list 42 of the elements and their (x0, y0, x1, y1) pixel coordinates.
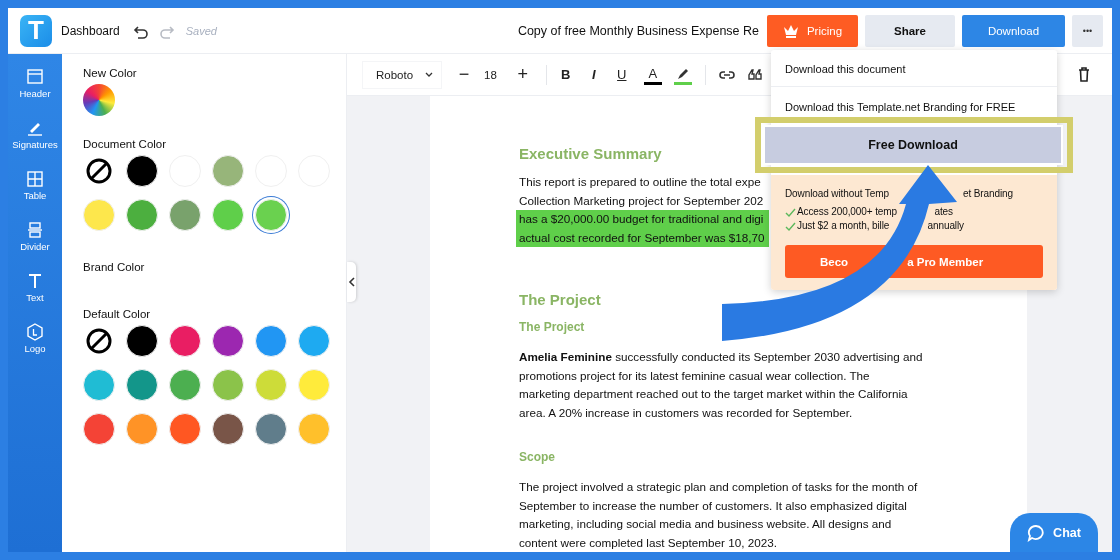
free-download-button[interactable]: Free Download (763, 125, 1063, 165)
sidebar-item[interactable]: Table (8, 168, 62, 212)
paragraph: The project involved a strategic plan and completion of tasks for the month of September to increase the number of customers. It also emphasized digital marketing, including social media and business website. All designs and content were completed last September 10, 2023. (519, 479, 918, 551)
section-heading: Executive Summary (519, 145, 662, 162)
sidebar-item[interactable]: Text (8, 270, 62, 314)
menu-item[interactable]: Download this document (771, 50, 1057, 86)
chat-button[interactable]: Chat (1010, 513, 1098, 552)
sidebar-item[interactable]: Signatures (8, 117, 62, 161)
section-heading: The Project (519, 291, 601, 308)
paragraph: Amelia Feminine successfully conducted its September 2030 advertising and promotions project for its latest feminine casual wear collection. The marketing department reached out to the target market within the California area. A 20% increase in customers was recorded for September. (519, 349, 923, 421)
offer-title: Download without Temp (785, 187, 889, 201)
menu-item[interactable]: Download this Template.net Branding for FREE (771, 87, 1057, 113)
italic-button[interactable]: I (581, 63, 606, 86)
section-title: Brand Color (83, 261, 146, 273)
decrease-size-button[interactable]: − (452, 63, 476, 86)
offer-title: et Branding (962, 187, 1013, 201)
section-title: Document Color (83, 138, 168, 150)
download-button[interactable]: Download (962, 14, 1065, 47)
font-size-value[interactable]: 18 (484, 68, 497, 81)
feature-text: Just $2 a month, bille (797, 219, 890, 233)
save-status: Saved (185, 24, 217, 37)
feature-text: ates (934, 205, 953, 219)
more-button[interactable]: ••• (1072, 14, 1103, 47)
document-title[interactable]: Copy of free Monthly Business Expense Re (517, 23, 759, 38)
feature-text: annually (927, 219, 964, 233)
feature-text: Access 200,000+ temp (797, 205, 897, 219)
increase-size-button[interactable]: + (510, 63, 535, 86)
share-button[interactable]: Share (865, 14, 955, 47)
bold-button[interactable]: B (553, 63, 578, 86)
sidebar-item[interactable]: Logo (8, 321, 62, 365)
section-title: New Color (83, 67, 138, 79)
subheading: Scope (519, 450, 555, 464)
text-line: This report is prepared to outline the total expe (519, 174, 762, 190)
section-title: Default Color (83, 308, 152, 320)
sidebar-item[interactable]: Divider (8, 219, 62, 263)
text-line: Collection Marketing project for September 202 (519, 192, 765, 209)
text-color-button[interactable]: A (643, 64, 662, 85)
font-dropdown[interactable]: Roboto (362, 60, 442, 89)
dashboard-link[interactable]: Dashboard (61, 23, 120, 38)
subheading: The Project (519, 320, 585, 334)
sidebar-item[interactable]: Header (8, 66, 62, 110)
underline-button[interactable]: U (609, 63, 634, 86)
